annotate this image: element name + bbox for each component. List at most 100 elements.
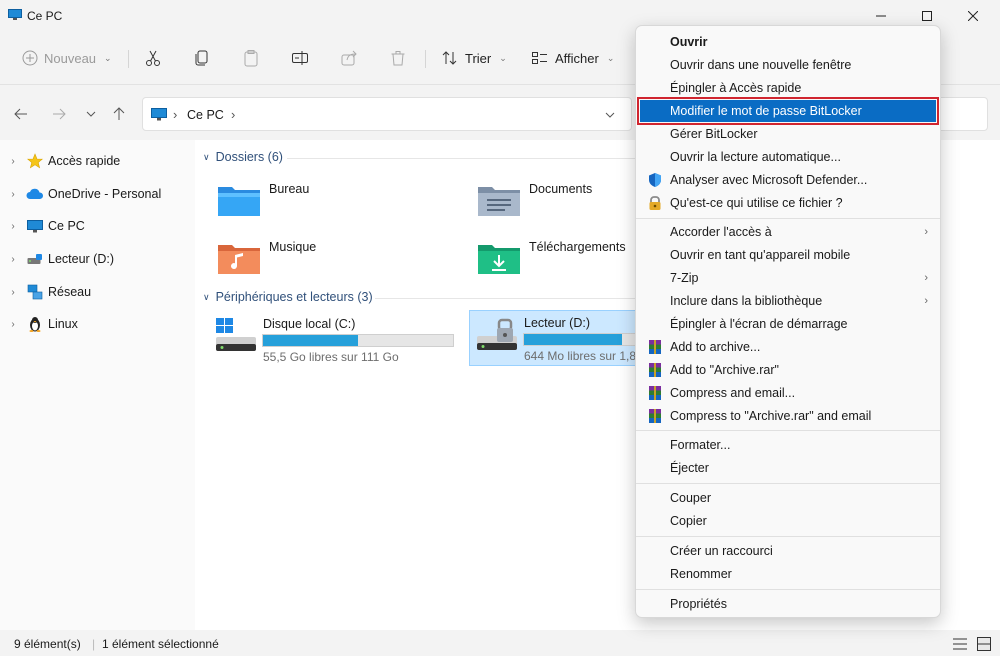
chevron-down-icon: ∨ bbox=[203, 151, 210, 162]
menu-item-label: Épingler à Accès rapide bbox=[670, 81, 802, 95]
share-icon bbox=[341, 50, 357, 66]
copy-icon bbox=[195, 50, 208, 66]
menu-item-compress-and-email[interactable]: Compress and email... bbox=[640, 382, 936, 404]
copy-button[interactable] bbox=[193, 44, 211, 72]
chevron-right-icon[interactable]: › bbox=[0, 287, 26, 298]
nav-item-ce-pc[interactable]: › Ce PC bbox=[0, 214, 195, 238]
menu-item-label: Ouvrir en tant qu'appareil mobile bbox=[670, 248, 851, 262]
menu-item-label: Gérer BitLocker bbox=[670, 127, 758, 141]
computer-icon bbox=[151, 108, 167, 121]
breadcrumb-ce-pc[interactable]: Ce PC bbox=[187, 108, 224, 122]
menu-separator bbox=[636, 483, 940, 484]
nav-item-linux[interactable]: › Linux bbox=[0, 312, 195, 336]
menu-item-open-as-mobile-device[interactable]: Ouvrir en tant qu'appareil mobile bbox=[640, 244, 936, 266]
chevron-down-icon[interactable] bbox=[605, 112, 615, 118]
up-button[interactable] bbox=[108, 105, 130, 123]
nav-item-quick-access[interactable]: › Accès rapide bbox=[0, 149, 195, 173]
new-button[interactable]: Nouveau ⌄ bbox=[22, 44, 112, 72]
menu-item-copy[interactable]: Copier bbox=[640, 510, 936, 532]
menu-item-change-bitlocker-password[interactable]: Modifier le mot de passe BitLocker bbox=[637, 97, 939, 125]
folders-group-header[interactable]: ∨ Dossiers (6) bbox=[203, 150, 283, 164]
chevron-right-icon[interactable]: › bbox=[0, 254, 26, 265]
breadcrumb-separator[interactable]: › bbox=[231, 107, 235, 122]
nav-item-label: Lecteur (D:) bbox=[48, 252, 114, 266]
folder-documents[interactable]: Documents bbox=[477, 176, 592, 224]
menu-item-whats-using-file[interactable]: Qu'est-ce qui utilise ce fichier ? bbox=[640, 192, 936, 214]
delete-button[interactable] bbox=[389, 44, 407, 72]
menu-item-include-in-library[interactable]: Inclure dans la bibliothèque › bbox=[640, 290, 936, 312]
share-button[interactable] bbox=[340, 44, 358, 72]
view-button[interactable]: Afficher ⌄ bbox=[531, 44, 614, 72]
scissors-icon bbox=[146, 50, 160, 66]
menu-item-label: Compress and email... bbox=[670, 386, 796, 400]
drive-lock-icon bbox=[27, 254, 42, 264]
winrar-icon bbox=[649, 363, 661, 377]
menu-item-label: 7-Zip bbox=[670, 271, 699, 285]
rename-button[interactable] bbox=[291, 44, 309, 72]
trash-icon bbox=[391, 51, 405, 66]
menu-item-compress-to-rar-and-email[interactable]: Compress to "Archive.rar" and email bbox=[640, 405, 936, 427]
back-button[interactable] bbox=[10, 105, 32, 123]
drive-d[interactable]: Lecteur (D:) 644 Mo libres sur 1,8 bbox=[469, 310, 639, 366]
menu-item-format[interactable]: Formater... bbox=[640, 434, 936, 456]
menu-item-label: Formater... bbox=[670, 438, 731, 452]
menu-item-open[interactable]: Ouvrir bbox=[640, 31, 936, 53]
details-view-icon[interactable] bbox=[953, 638, 967, 650]
folder-bureau[interactable]: Bureau bbox=[217, 176, 309, 224]
chevron-right-icon[interactable]: › bbox=[0, 189, 26, 200]
close-button[interactable] bbox=[950, 0, 996, 32]
cut-button[interactable] bbox=[144, 44, 162, 72]
menu-item-add-to-archive[interactable]: Add to archive... bbox=[640, 336, 936, 358]
nav-item-network[interactable]: › Réseau bbox=[0, 280, 195, 304]
chevron-down-icon bbox=[86, 111, 96, 117]
menu-item-open-new-window[interactable]: Ouvrir dans une nouvelle fenêtre bbox=[640, 54, 936, 76]
menu-item-7zip[interactable]: 7-Zip › bbox=[640, 267, 936, 289]
menu-item-label: Add to archive... bbox=[670, 340, 761, 354]
chevron-right-icon[interactable]: › bbox=[0, 319, 26, 330]
nav-item-label: Réseau bbox=[48, 285, 92, 299]
folder-telechargements[interactable]: Téléchargements bbox=[477, 234, 626, 282]
penguin-icon bbox=[29, 317, 41, 332]
menu-item-label: Inclure dans la bibliothèque bbox=[670, 294, 823, 308]
menu-item-manage-bitlocker[interactable]: Gérer BitLocker bbox=[640, 123, 936, 145]
menu-item-properties[interactable]: Propriétés bbox=[640, 593, 936, 615]
documents-folder-icon bbox=[478, 187, 520, 216]
menu-item-eject[interactable]: Éjecter bbox=[640, 457, 936, 479]
nav-item-drive-d[interactable]: › Lecteur (D:) bbox=[0, 247, 195, 271]
window-title: Ce PC bbox=[27, 9, 63, 23]
folder-musique[interactable]: Musique bbox=[217, 234, 316, 282]
chevron-down-icon: ⌄ bbox=[499, 52, 507, 63]
menu-item-scan-defender[interactable]: Analyser avec Microsoft Defender... bbox=[640, 169, 936, 191]
computer-icon bbox=[27, 219, 43, 232]
chevron-right-icon[interactable]: › bbox=[0, 156, 26, 167]
chevron-right-icon[interactable]: › bbox=[0, 221, 26, 232]
devices-group-header[interactable]: ∨ Périphériques et lecteurs (3) bbox=[203, 290, 373, 304]
menu-item-autoplay[interactable]: Ouvrir la lecture automatique... bbox=[640, 146, 936, 168]
drive-c[interactable]: Disque local (C:) 55,5 Go libres sur 111… bbox=[209, 312, 469, 368]
arrow-up-icon bbox=[113, 107, 125, 120]
menu-item-create-shortcut[interactable]: Créer un raccourci bbox=[640, 540, 936, 562]
menu-item-label: Éjecter bbox=[670, 461, 709, 475]
tiles-view-icon[interactable] bbox=[977, 637, 991, 651]
menu-item-pin-quick-access[interactable]: Épingler à Accès rapide bbox=[640, 77, 936, 99]
menu-item-cut[interactable]: Couper bbox=[640, 487, 936, 509]
network-icon bbox=[27, 284, 43, 300]
menu-item-add-to-archive-rar[interactable]: Add to "Archive.rar" bbox=[640, 359, 936, 381]
chevron-down-icon: ⌄ bbox=[104, 52, 112, 63]
forward-button[interactable] bbox=[48, 105, 70, 123]
menu-item-rename[interactable]: Renommer bbox=[640, 563, 936, 585]
folder-label: Bureau bbox=[269, 182, 310, 196]
drive-usage-fill bbox=[263, 335, 358, 346]
nav-item-label: OneDrive - Personal bbox=[48, 187, 162, 201]
arrow-left-icon bbox=[14, 108, 27, 120]
menu-item-pin-to-start[interactable]: Épingler à l'écran de démarrage bbox=[640, 313, 936, 335]
recent-locations-button[interactable] bbox=[80, 105, 102, 123]
menu-item-grant-access[interactable]: Accorder l'accès à › bbox=[640, 221, 936, 243]
menu-item-label: Accorder l'accès à bbox=[670, 225, 772, 239]
drive-usage-bar bbox=[262, 334, 454, 347]
paste-button[interactable] bbox=[242, 44, 260, 72]
maximize-icon bbox=[922, 11, 932, 21]
sort-button[interactable]: Trier ⌄ bbox=[441, 44, 507, 72]
address-bar[interactable]: › Ce PC › bbox=[142, 97, 632, 131]
nav-item-onedrive[interactable]: › OneDrive - Personal bbox=[0, 182, 195, 206]
